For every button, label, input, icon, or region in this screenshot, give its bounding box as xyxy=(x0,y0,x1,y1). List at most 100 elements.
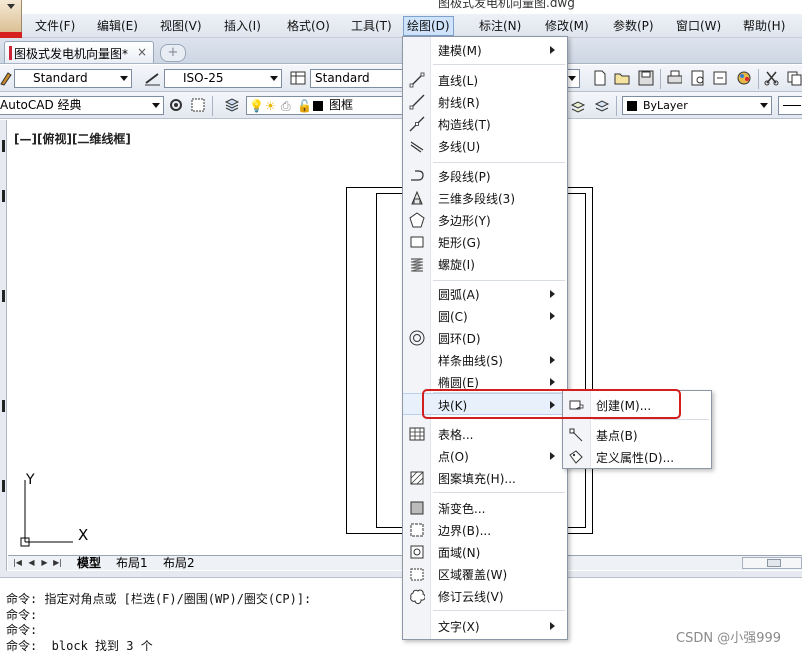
horizontal-scrollbar[interactable] xyxy=(742,557,802,569)
preview-icon[interactable] xyxy=(690,70,706,86)
document-tab-label: 图极式发电机向量图* xyxy=(14,47,129,61)
document-tab-bar: 图极式发电机向量图* × + xyxy=(0,38,802,64)
layer-lock-icon: 🔓 xyxy=(297,99,312,113)
menu-window[interactable]: 窗口(W) xyxy=(673,17,724,35)
layer-plot-icon: ⎙ xyxy=(281,99,291,113)
submenu-arrow-icon xyxy=(550,356,555,364)
menu-parametric[interactable]: 参数(P) xyxy=(610,17,657,35)
layer-thaw-icon: ☀ xyxy=(265,99,276,113)
submenu-arrow-icon xyxy=(550,452,555,460)
draw-menu-item[interactable]: 图案填充(H)... xyxy=(403,467,567,489)
menu-format[interactable]: 格式(O) xyxy=(284,17,333,35)
tab-layout2[interactable]: 布局2 xyxy=(160,556,198,571)
draw-menu-item[interactable]: 面域(N) xyxy=(403,541,567,563)
render-icon[interactable] xyxy=(736,70,752,86)
application-menu-button[interactable] xyxy=(0,0,22,38)
draw-menu-item[interactable]: 矩形(G) xyxy=(403,231,567,253)
print-icon[interactable] xyxy=(666,70,682,86)
layer-color-swatch xyxy=(313,101,323,111)
cut-icon[interactable] xyxy=(764,70,780,86)
draw-menu-item[interactable]: 修订云线(V) xyxy=(403,585,567,607)
prev-layout-icon[interactable]: ◀ xyxy=(26,557,37,569)
menu-draw[interactable]: 绘图(D) xyxy=(403,16,454,36)
submenu-arrow-icon xyxy=(550,290,555,298)
submenu-arrow-icon xyxy=(550,312,555,320)
draw-menu-item[interactable]: 构造线(T) xyxy=(403,113,567,135)
tab-model[interactable]: 模型 xyxy=(74,556,104,571)
menu-dimension[interactable]: 标注(N) xyxy=(476,17,524,35)
layer-on-icon: 💡 xyxy=(249,99,264,113)
draw-menu-item[interactable]: 圆(C) xyxy=(403,305,567,327)
menu-view[interactable]: 视图(V) xyxy=(157,17,205,35)
draw-menu-item[interactable]: 点(O) xyxy=(403,445,567,467)
first-layout-icon[interactable]: |◀ xyxy=(12,557,23,569)
layer-previous-icon[interactable] xyxy=(594,97,610,113)
menu-help[interactable]: 帮助(H) xyxy=(740,17,788,35)
multiline-icon xyxy=(410,141,424,153)
layer-manager-icon[interactable] xyxy=(224,97,240,113)
workspace-settings-icon[interactable] xyxy=(168,97,184,113)
draw-menu-item[interactable]: 多边形(Y) xyxy=(403,209,567,231)
save-icon[interactable] xyxy=(638,70,654,86)
document-tab[interactable]: 图极式发电机向量图* × xyxy=(4,41,154,63)
copy-icon[interactable] xyxy=(786,70,802,86)
menu-insert[interactable]: 插入(I) xyxy=(221,17,264,35)
line-icon xyxy=(409,72,425,88)
gradient-icon xyxy=(410,501,424,515)
next-layout-icon[interactable]: ▶ xyxy=(39,557,50,569)
draw-menu-dropdown: 建模(M) 直线(L) 射线(R) 构造线(T) 多线(U) 多段线(P) 三维… xyxy=(402,36,568,640)
linetype-select[interactable] xyxy=(778,96,802,115)
ucs-x-label: X xyxy=(78,526,88,544)
dim-style-select[interactable]: ISO-25 xyxy=(164,69,282,88)
text-style-select[interactable]: Standard xyxy=(14,69,132,88)
draw-menu-item[interactable]: 表格... xyxy=(403,423,567,445)
draw-menu-item[interactable]: 圆弧(A) xyxy=(403,283,567,305)
draw-menu-item[interactable]: 文字(X) xyxy=(403,615,567,637)
title-strip: 图极式发电机向量图.dwg xyxy=(0,0,802,12)
menu-edit[interactable]: 编辑(E) xyxy=(94,17,141,35)
table-style-icon[interactable] xyxy=(290,70,306,86)
color-select[interactable]: ByLayer xyxy=(622,96,772,115)
draw-menu-item[interactable]: 建模(M) xyxy=(403,39,567,61)
block-basepoint-item[interactable]: 基点(B) xyxy=(563,424,711,446)
dim-style-icon[interactable] xyxy=(144,70,160,86)
draw-menu-item[interactable]: 多段线(P) xyxy=(403,165,567,187)
draw-menu-item[interactable]: 多线(U) xyxy=(403,135,567,157)
menu-file[interactable]: 文件(F) xyxy=(32,17,78,35)
polygon-icon xyxy=(409,212,425,228)
draw-menu-item[interactable]: 直线(L) xyxy=(403,69,567,91)
draw-menu-item[interactable]: 射线(R) xyxy=(403,91,567,113)
open-file-icon[interactable] xyxy=(614,70,630,86)
block-attribute-item[interactable]: 定义属性(D)... xyxy=(563,446,711,468)
tab-layout1[interactable]: 布局1 xyxy=(113,556,151,571)
draw-menu-item[interactable]: 区域覆盖(W) xyxy=(403,563,567,585)
menu-bar: 文件(F) 编辑(E) 视图(V) 插入(I) 格式(O) 工具(T) 绘图(D… xyxy=(22,14,802,38)
viewport-label[interactable]: [—][俯视][二维线框] xyxy=(14,130,131,147)
chevron-down-icon xyxy=(7,4,15,9)
revcloud-icon xyxy=(410,589,425,604)
draw-menu-item[interactable]: 圆环(D) xyxy=(403,327,567,349)
workspace-toggle-icon[interactable] xyxy=(190,97,206,113)
submenu-arrow-icon xyxy=(550,46,555,54)
workspace-select[interactable]: AutoCAD 经典 xyxy=(0,96,164,115)
draw-menu-item[interactable]: 渐变色... xyxy=(403,497,567,519)
draw-menu-item[interactable]: 三维多段线(3) xyxy=(403,187,567,209)
close-icon[interactable]: × xyxy=(137,45,147,59)
make-current-layer-icon[interactable] xyxy=(570,97,586,113)
last-layout-icon[interactable]: ▶| xyxy=(52,557,63,569)
draw-menu-item[interactable]: 螺旋(I) xyxy=(403,253,567,275)
polyline-icon xyxy=(411,170,424,181)
left-dock-edge xyxy=(0,120,7,578)
new-file-icon[interactable] xyxy=(592,70,608,86)
menu-modify[interactable]: 修改(M) xyxy=(542,17,592,35)
highlight-annotation xyxy=(422,389,681,419)
draw-menu-item[interactable]: 边界(B)... xyxy=(403,519,567,541)
submenu-arrow-icon xyxy=(550,622,555,630)
ucs-icon: Y X xyxy=(20,472,88,547)
new-tab-button[interactable]: + xyxy=(160,44,186,62)
draw-menu-item[interactable]: 样条曲线(S) xyxy=(403,349,567,371)
window-title: 图极式发电机向量图.dwg xyxy=(438,0,575,10)
publish-icon[interactable] xyxy=(712,70,728,86)
ray-icon xyxy=(409,94,425,110)
menu-tools[interactable]: 工具(T) xyxy=(348,17,395,35)
